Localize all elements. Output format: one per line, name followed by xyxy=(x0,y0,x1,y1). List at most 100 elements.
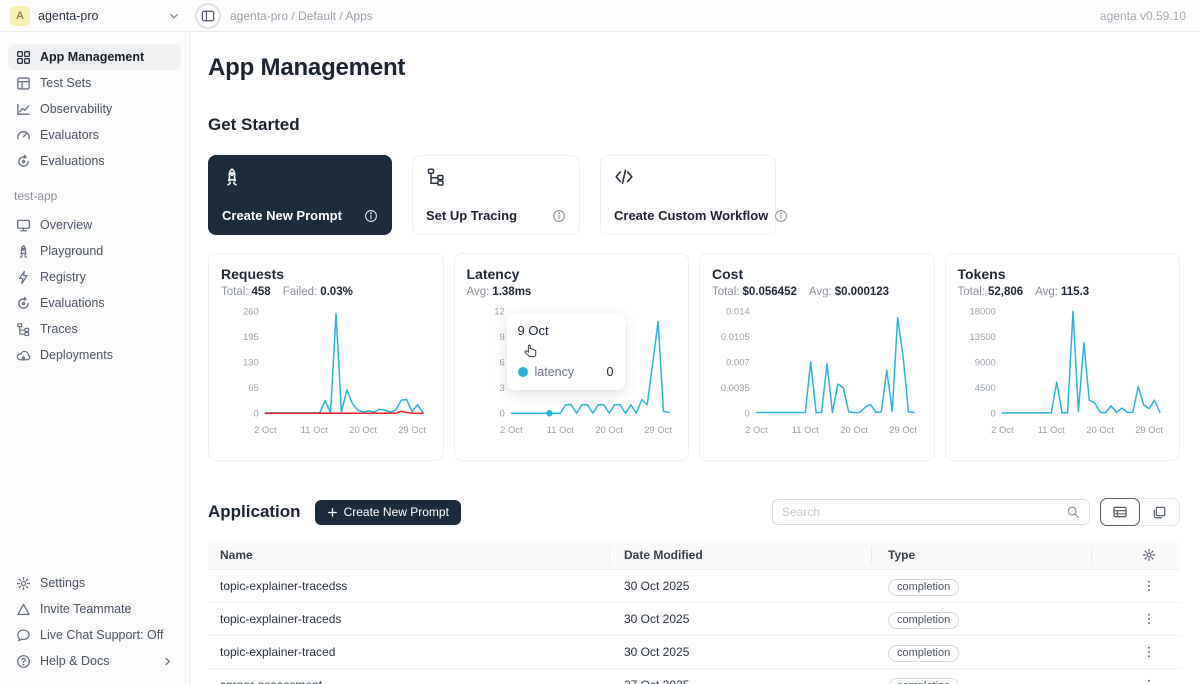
info-icon[interactable] xyxy=(774,209,788,223)
chart-title: Cost xyxy=(712,266,922,282)
chart-stat: Total:$0.056452 xyxy=(712,286,797,298)
evaluations-cycle-icon xyxy=(16,154,31,169)
app-name-cell: topic-explainer-traced xyxy=(208,645,610,659)
sidebar-item-test-sets[interactable]: Test Sets xyxy=(8,70,181,96)
workspace-switcher[interactable]: A agenta-pro xyxy=(0,6,190,26)
create-new-prompt-button[interactable]: Create New Prompt xyxy=(315,500,461,525)
tracing-tree-icon xyxy=(426,167,566,187)
svg-text:0.0105: 0.0105 xyxy=(721,331,750,342)
svg-text:0: 0 xyxy=(254,408,259,419)
evaluations-cycle-icon xyxy=(16,296,31,311)
tooltip-series-name: latency xyxy=(535,365,575,379)
lightning-icon xyxy=(16,270,31,285)
svg-text:260: 260 xyxy=(243,306,259,317)
sidebar-item-help-docs[interactable]: Help & Docs xyxy=(8,648,181,674)
row-menu-button[interactable] xyxy=(1142,579,1156,593)
date-modified-cell: 27 Oct 2025 xyxy=(610,678,872,684)
card-view-button[interactable] xyxy=(1139,499,1179,525)
set-up-tracing-card[interactable]: Set Up Tracing xyxy=(412,155,580,235)
row-menu-button[interactable] xyxy=(1142,678,1156,684)
sidebar-item-label: Evaluations xyxy=(40,154,105,168)
sidebar-item-observability[interactable]: Observability xyxy=(8,96,181,122)
table-header-row: Name Date Modified Type xyxy=(208,541,1180,570)
app-name-cell: career-assessment xyxy=(208,678,610,684)
column-header-type[interactable]: Type xyxy=(872,547,1092,563)
metric-chart-card-tokens: Tokens Total:52,806Avg:115.3 18000135009… xyxy=(945,253,1181,461)
observability-chart-icon xyxy=(16,102,31,117)
svg-text:12: 12 xyxy=(494,306,504,317)
sidebar-item-overview[interactable]: Overview xyxy=(8,212,181,238)
tooltip-date: 9 Oct xyxy=(518,323,614,338)
get-started-cards: Create New Prompt Set Up Tracing Cre xyxy=(208,155,1180,235)
date-modified-cell: 30 Oct 2025 xyxy=(610,612,872,626)
svg-text:4500: 4500 xyxy=(974,382,995,393)
create-custom-workflow-card[interactable]: Create Custom Workflow xyxy=(600,155,776,235)
svg-text:0.0035: 0.0035 xyxy=(721,382,750,393)
table-view-button[interactable] xyxy=(1100,498,1140,526)
plus-icon xyxy=(327,507,338,518)
button-label: Create New Prompt xyxy=(344,505,449,519)
svg-text:6: 6 xyxy=(499,357,504,368)
svg-text:2 Oct: 2 Oct xyxy=(745,424,768,435)
sidebar-item-label: Observability xyxy=(40,102,112,116)
sidebar-item-evaluators[interactable]: Evaluators xyxy=(8,122,181,148)
column-header-name[interactable]: Name xyxy=(208,547,610,563)
cloud-icon xyxy=(16,348,31,363)
tooltip-value: 0 xyxy=(607,365,614,379)
sidebar-item-label: Traces xyxy=(40,322,78,336)
sidebar-item-app-management[interactable]: App Management xyxy=(8,44,181,70)
type-badge: completion xyxy=(888,645,959,662)
search-input[interactable] xyxy=(782,505,1066,519)
sidebar-item-settings[interactable]: Settings xyxy=(8,570,181,596)
svg-text:13500: 13500 xyxy=(969,331,995,342)
view-toggle xyxy=(1100,498,1180,526)
sidebar-collapse-button[interactable] xyxy=(195,3,221,29)
chart-title: Latency xyxy=(467,266,677,282)
row-menu-button[interactable] xyxy=(1142,612,1156,626)
sidebar: App Management Test Sets Observability E… xyxy=(0,32,190,684)
breadcrumb[interactable]: agenta-pro / Default / Apps xyxy=(230,9,373,23)
column-header-date-modified[interactable]: Date Modified xyxy=(610,547,872,563)
svg-text:0: 0 xyxy=(499,408,504,419)
invite-icon xyxy=(16,602,31,617)
legend-dot xyxy=(518,367,528,377)
chart-stats: Avg:1.38ms xyxy=(467,286,677,298)
chart-stat: Avg:1.38ms xyxy=(467,286,532,298)
info-icon[interactable] xyxy=(364,209,378,223)
svg-text:130: 130 xyxy=(243,357,259,368)
table-settings-gear-icon[interactable] xyxy=(1142,548,1156,562)
sidebar-item-live-chat[interactable]: Live Chat Support: Off xyxy=(8,622,181,648)
svg-text:0.014: 0.014 xyxy=(726,306,750,317)
svg-text:0.007: 0.007 xyxy=(726,357,750,368)
table-row[interactable]: topic-explainer-tracedss 30 Oct 2025 com… xyxy=(208,570,1180,603)
create-new-prompt-card[interactable]: Create New Prompt xyxy=(208,155,392,235)
sidebar-item-evaluations-project[interactable]: Evaluations xyxy=(8,290,181,316)
row-menu-button[interactable] xyxy=(1142,645,1156,659)
rocket-icon xyxy=(222,167,378,187)
sidebar-item-evaluations[interactable]: Evaluations xyxy=(8,148,181,174)
svg-text:11 Oct: 11 Oct xyxy=(301,424,328,435)
sidebar-item-playground[interactable]: Playground xyxy=(8,238,181,264)
chart-stats: Total:52,806Avg:115.3 xyxy=(958,286,1168,298)
sidebar-item-traces[interactable]: Traces xyxy=(8,316,181,342)
info-icon[interactable] xyxy=(552,209,566,223)
sidebar-item-label: Settings xyxy=(40,576,85,590)
table-row[interactable]: topic-explainer-traceds 30 Oct 2025 comp… xyxy=(208,603,1180,636)
tooltip-series-row: latency 0 xyxy=(518,365,614,379)
chevron-right-icon xyxy=(162,656,173,667)
sidebar-item-invite-teammate[interactable]: Invite Teammate xyxy=(8,596,181,622)
table-row[interactable]: topic-explainer-traced 30 Oct 2025 compl… xyxy=(208,636,1180,669)
card-label: Create New Prompt xyxy=(222,208,342,223)
chart-title: Requests xyxy=(221,266,431,282)
app-name-cell: topic-explainer-tracedss xyxy=(208,579,610,593)
chart-stat: Avg:$0.000123 xyxy=(809,286,889,298)
table-row[interactable]: career-assessment 27 Oct 2025 completion xyxy=(208,669,1180,684)
svg-text:20 Oct: 20 Oct xyxy=(840,424,868,435)
page-title: App Management xyxy=(208,54,1180,82)
sidebar-item-registry[interactable]: Registry xyxy=(8,264,181,290)
sidebar-item-deployments[interactable]: Deployments xyxy=(8,342,181,368)
metric-charts-row: Requests Total:458Failed:0.03% 260195130… xyxy=(208,253,1180,461)
line-chart: 2601951306502 Oct11 Oct20 Oct29 Oct xyxy=(221,300,431,442)
card-view-icon xyxy=(1152,505,1167,520)
search-icon[interactable] xyxy=(1066,505,1080,519)
